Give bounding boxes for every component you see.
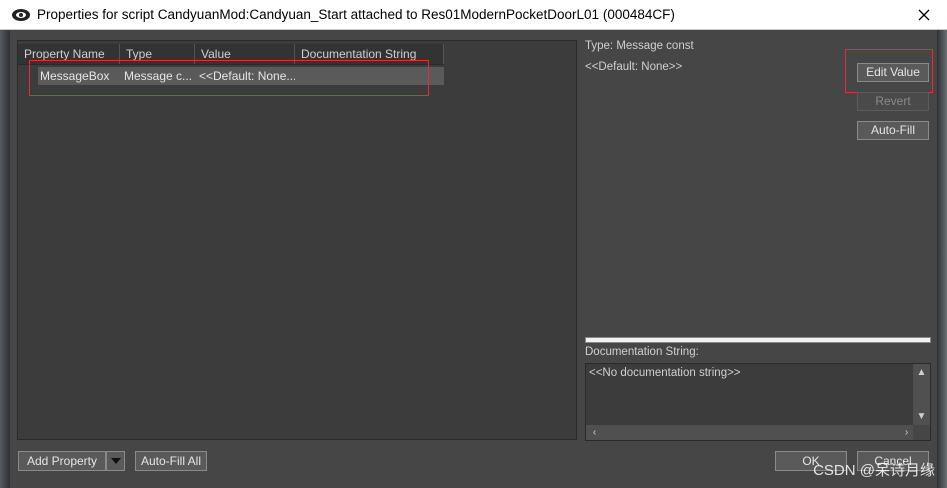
auto-fill-button[interactable]: Auto-Fill <box>857 121 929 140</box>
cell-documentation <box>299 67 439 85</box>
table-row[interactable]: MessageBox Message c... <<Default: None.… <box>38 67 444 85</box>
type-label: Type: Message const <box>585 40 694 52</box>
documentation-text: <<No documentation string>> <box>589 367 741 379</box>
add-property-dropdown[interactable] <box>106 451 125 471</box>
auto-fill-all-button[interactable]: Auto-Fill All <box>135 451 207 471</box>
edit-value-button[interactable]: Edit Value <box>857 63 929 82</box>
column-header-documentation[interactable]: Documentation String <box>295 44 444 64</box>
scrollbar-corner <box>913 425 930 440</box>
panel-splitter[interactable] <box>585 337 931 343</box>
table-header: Property Name Type Value Documentation S… <box>18 44 444 65</box>
background-left-edge <box>0 30 10 488</box>
chevron-down-icon <box>110 458 121 464</box>
window-title: Properties for script CandyuanMod:Candyu… <box>37 7 675 22</box>
documentation-textbox[interactable]: <<No documentation string>> ▲ ▼ ‹ › <box>585 363 931 441</box>
title-bar: Properties for script CandyuanMod:Candyu… <box>0 0 947 30</box>
app-icon <box>12 9 30 21</box>
cell-type: Message c... <box>124 69 193 83</box>
documentation-label: Documentation String: <box>585 346 699 358</box>
cell-property-name: MessageBox <box>40 69 110 83</box>
close-button[interactable] <box>901 0 947 30</box>
horizontal-scrollbar[interactable]: ‹ › <box>586 425 915 440</box>
column-header-type[interactable]: Type <box>120 44 195 64</box>
add-property-button[interactable]: Add Property <box>18 451 106 471</box>
background-right-edge <box>937 30 947 488</box>
scroll-right-icon[interactable]: › <box>900 426 913 439</box>
close-icon <box>918 9 930 21</box>
revert-button[interactable]: Revert <box>857 92 929 111</box>
watermark: CSDN @呆诗月缘 <box>813 462 935 479</box>
cell-value: <<Default: None... <box>199 69 295 83</box>
value-display: <<Default: None>> <box>585 61 683 73</box>
scroll-up-icon[interactable]: ▲ <box>915 366 928 379</box>
scroll-left-icon[interactable]: ‹ <box>588 426 601 439</box>
scroll-down-icon[interactable]: ▼ <box>915 410 928 423</box>
column-header-property-name[interactable]: Property Name <box>18 44 120 64</box>
property-table: Property Name Type Value Documentation S… <box>17 40 577 440</box>
vertical-scrollbar[interactable]: ▲ ▼ <box>913 364 930 425</box>
properties-dialog: Property Name Type Value Documentation S… <box>10 30 937 488</box>
column-header-value[interactable]: Value <box>195 44 295 64</box>
